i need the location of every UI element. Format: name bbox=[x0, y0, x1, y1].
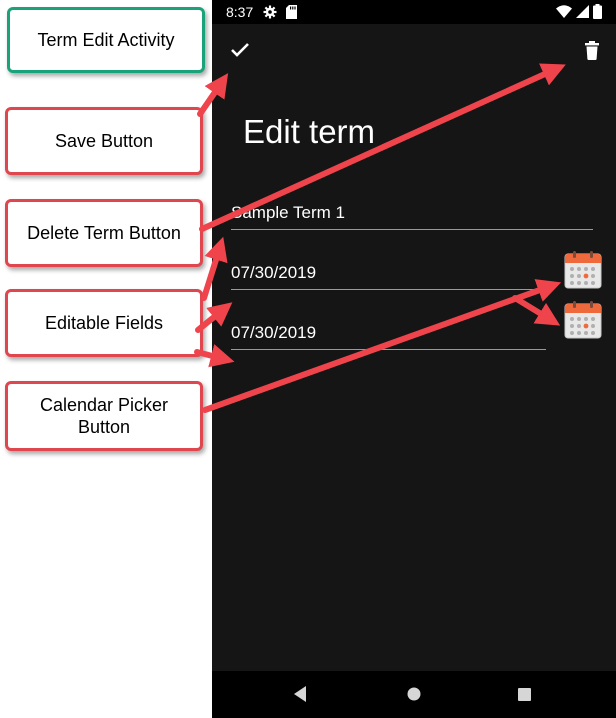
callout-delete-term-button: Delete Term Button bbox=[5, 199, 203, 267]
term-title-field[interactable]: Sample Term 1 bbox=[231, 200, 593, 230]
status-bar: 8:37 bbox=[212, 0, 616, 24]
wifi-icon bbox=[556, 5, 572, 23]
end-date-field[interactable]: 07/30/2019 bbox=[231, 320, 546, 350]
delete-term-button[interactable] bbox=[578, 36, 606, 64]
page-title: Edit term bbox=[243, 113, 376, 150]
battery-icon bbox=[593, 4, 602, 24]
home-icon bbox=[407, 687, 421, 701]
callout-calendar-picker-button: Calendar Picker Button bbox=[5, 381, 203, 451]
check-icon bbox=[231, 43, 249, 57]
signal-icon bbox=[576, 5, 589, 23]
status-time: 8:37 bbox=[226, 4, 254, 20]
navigation-bar bbox=[212, 671, 616, 718]
back-button[interactable] bbox=[290, 683, 310, 710]
callout-term-edit-activity: Term Edit Activity bbox=[7, 7, 205, 73]
home-button[interactable] bbox=[403, 683, 425, 710]
callout-calendar-picker-label: Calendar Picker Button bbox=[39, 395, 169, 437]
start-date-field[interactable]: 07/30/2019 bbox=[231, 260, 546, 290]
recents-button[interactable] bbox=[513, 683, 535, 710]
gear-icon bbox=[263, 5, 277, 24]
trash-icon bbox=[585, 41, 599, 60]
recents-icon bbox=[518, 688, 531, 701]
calendar-icon bbox=[564, 251, 602, 289]
back-icon bbox=[294, 686, 306, 702]
callout-editable-fields: Editable Fields bbox=[5, 289, 203, 357]
start-date-value: 07/30/2019 bbox=[231, 263, 317, 282]
start-date-calendar-button[interactable] bbox=[564, 251, 602, 289]
end-date-calendar-button[interactable] bbox=[564, 301, 602, 339]
end-date-value: 07/30/2019 bbox=[231, 323, 317, 342]
term-title-value: Sample Term 1 bbox=[231, 203, 346, 222]
phone-screen: 8:37 Edit term Sample Term 1 07/30/2019 … bbox=[212, 0, 616, 718]
sd-card-icon bbox=[286, 5, 297, 24]
save-button[interactable] bbox=[226, 36, 254, 64]
callout-save-button: Save Button bbox=[5, 107, 203, 175]
calendar-icon bbox=[564, 301, 602, 339]
